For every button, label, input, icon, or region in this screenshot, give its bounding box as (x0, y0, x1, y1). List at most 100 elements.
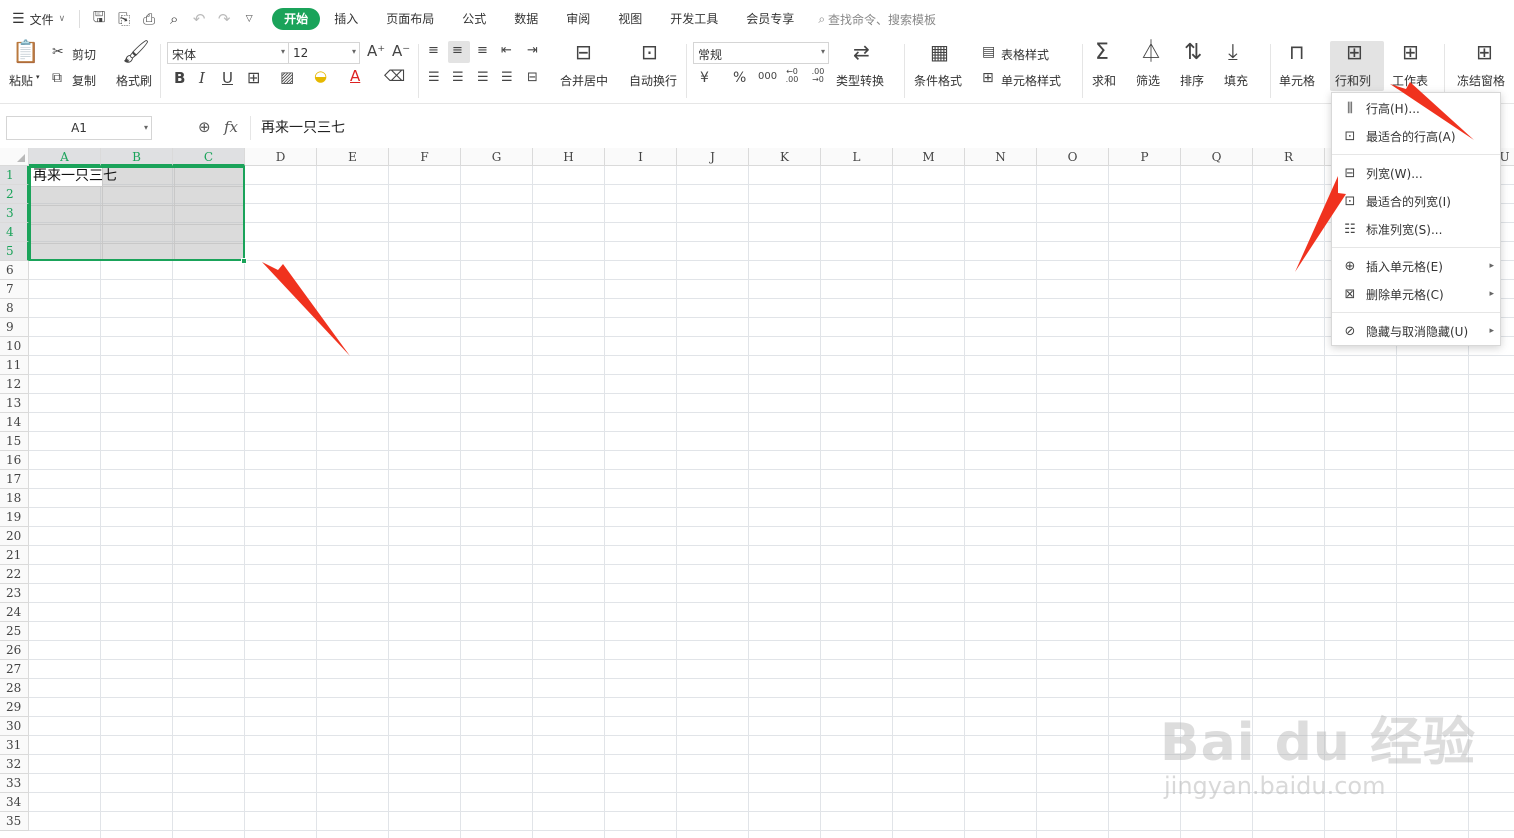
column-header-b[interactable]: B (101, 148, 173, 166)
row-header-22[interactable]: 22 (0, 565, 29, 584)
cell-area[interactable] (29, 166, 1514, 838)
row-header-25[interactable]: 25 (0, 622, 29, 641)
row-header-20[interactable]: 20 (0, 527, 29, 546)
column-header-f[interactable]: F (389, 148, 461, 166)
cell-style-icon[interactable]: ⊞ (982, 71, 994, 85)
sum-button[interactable]: 求和 (1092, 72, 1116, 89)
copy-icon[interactable]: ⧉ (52, 71, 62, 85)
decrease-decimal-button[interactable]: .00 →0 (808, 68, 828, 84)
column-header-k[interactable]: K (749, 148, 821, 166)
menu-item-standard-width[interactable]: ☷ 标准列宽(S)... (1332, 216, 1500, 242)
menu-item-column-width[interactable]: ⊟ 列宽(W)... (1332, 160, 1500, 186)
menu-item-insert-cells[interactable]: ⊕ 插入单元格(E) ▸ (1332, 253, 1500, 279)
row-header-23[interactable]: 23 (0, 584, 29, 603)
worksheet-button[interactable]: 工作表 (1392, 72, 1428, 89)
distributed-icon[interactable]: ⊟ (527, 71, 538, 84)
increase-indent-icon[interactable]: ⇥ (527, 44, 538, 57)
align-middle-icon[interactable]: ≡ (452, 44, 463, 57)
align-right-icon[interactable]: ☰ (477, 71, 489, 84)
redo-icon[interactable]: ↷ (215, 10, 233, 28)
row-header-29[interactable]: 29 (0, 698, 29, 717)
wrap-text-button[interactable]: 自动换行 (629, 72, 677, 89)
increase-font-icon[interactable]: A⁺ (367, 44, 385, 59)
column-header-a[interactable]: A (29, 148, 101, 166)
column-header-i[interactable]: I (605, 148, 677, 166)
decrease-font-icon[interactable]: A⁻ (392, 44, 410, 59)
freeze-panes-icon[interactable]: ⊞ (1476, 42, 1493, 62)
tab-page-layout[interactable]: 页面布局 (372, 8, 448, 30)
merge-center-icon[interactable]: ⊟ (575, 42, 592, 62)
row-header-19[interactable]: 19 (0, 508, 29, 527)
cell-button[interactable]: 单元格 (1279, 72, 1315, 89)
align-center-icon[interactable]: ☰ (452, 71, 464, 84)
row-header-30[interactable]: 30 (0, 717, 29, 736)
percent-button[interactable]: % (733, 71, 746, 85)
tab-formulas[interactable]: 公式 (448, 8, 500, 30)
column-header-o[interactable]: O (1037, 148, 1109, 166)
borders-icon[interactable]: ⊞ (247, 70, 260, 86)
merge-center-button[interactable]: 合并居中 (560, 72, 608, 89)
row-header-27[interactable]: 27 (0, 660, 29, 679)
fill-button[interactable]: 填充 (1224, 72, 1248, 89)
row-header-33[interactable]: 33 (0, 774, 29, 793)
cell-a1[interactable]: 再来一只三七 (33, 167, 117, 185)
column-header-g[interactable]: G (461, 148, 533, 166)
sum-icon[interactable]: Σ (1095, 42, 1109, 64)
fill-icon[interactable]: ⤓ (1228, 42, 1238, 64)
sort-icon[interactable]: ⇅ (1184, 42, 1202, 64)
column-header-c[interactable]: C (173, 148, 245, 166)
align-bottom-icon[interactable]: ≡ (477, 44, 488, 57)
font-size-select[interactable]: 12 ▾ (288, 42, 360, 64)
row-header-24[interactable]: 24 (0, 603, 29, 622)
row-header-35[interactable]: 35 (0, 812, 29, 831)
fill-color-icon[interactable]: ◒ (314, 69, 327, 84)
fill-pattern-icon[interactable]: ▨ (280, 70, 294, 85)
fill-handle[interactable] (241, 258, 247, 264)
undo-icon[interactable]: ↶ (190, 10, 208, 28)
row-header-15[interactable]: 15 (0, 432, 29, 451)
column-header-m[interactable]: M (893, 148, 965, 166)
column-header-q[interactable]: Q (1181, 148, 1253, 166)
row-header-28[interactable]: 28 (0, 679, 29, 698)
zoom-icon[interactable]: ⊕ (198, 118, 211, 136)
column-header-h[interactable]: H (533, 148, 605, 166)
table-style-icon[interactable]: ▤ (982, 45, 995, 59)
row-header-6[interactable]: 6 (0, 261, 29, 280)
cell-style-button[interactable]: 单元格样式 (1001, 72, 1061, 89)
underline-button[interactable]: U (222, 71, 233, 86)
currency-button[interactable]: ¥ (700, 71, 709, 85)
freeze-panes-button[interactable]: 冻结窗格 (1457, 72, 1505, 89)
format-painter-button[interactable]: 格式刷 (116, 72, 152, 89)
row-header-18[interactable]: 18 (0, 489, 29, 508)
paste-chevron-icon[interactable]: ▾ (36, 73, 40, 81)
italic-button[interactable]: I (199, 71, 205, 86)
row-header-21[interactable]: 21 (0, 546, 29, 565)
row-header-12[interactable]: 12 (0, 375, 29, 394)
tab-member[interactable]: 会员专享 (732, 8, 808, 30)
column-header-j[interactable]: J (677, 148, 749, 166)
increase-decimal-button[interactable]: ←0 .00 (782, 68, 802, 84)
tab-developer[interactable]: 开发工具 (656, 8, 732, 30)
print-icon[interactable]: ⎙ (140, 10, 158, 28)
formula-input[interactable]: 再来一只三七 (250, 116, 1514, 140)
bold-button[interactable]: B (174, 71, 185, 86)
paste-icon[interactable]: 📋 (12, 42, 39, 64)
worksheet-icon[interactable]: ⊞ (1402, 42, 1419, 62)
conditional-format-button[interactable]: 条件格式 (914, 72, 962, 89)
row-header-32[interactable]: 32 (0, 755, 29, 774)
font-name-select[interactable]: 宋体 ▾ (167, 42, 289, 64)
conditional-format-icon[interactable]: ▦ (930, 42, 949, 62)
row-header-17[interactable]: 17 (0, 470, 29, 489)
row-header-13[interactable]: 13 (0, 394, 29, 413)
row-col-icon[interactable]: ⊞ (1346, 42, 1363, 62)
row-header-26[interactable]: 26 (0, 641, 29, 660)
cut-button[interactable]: 剪切 (72, 46, 96, 63)
row-header-5[interactable]: 5 (0, 242, 29, 261)
row-header-7[interactable]: 7 (0, 280, 29, 299)
copy-button[interactable]: 复制 (72, 72, 96, 89)
menu-item-hide-unhide[interactable]: ⊘ 隐藏与取消隐藏(U) ▸ (1332, 318, 1500, 344)
sort-button[interactable]: 排序 (1180, 72, 1204, 89)
row-header-10[interactable]: 10 (0, 337, 29, 356)
menu-item-autofit-column[interactable]: ⊡ 最适合的列宽(I) (1332, 188, 1500, 214)
paste-button[interactable]: 粘贴 (9, 72, 33, 89)
